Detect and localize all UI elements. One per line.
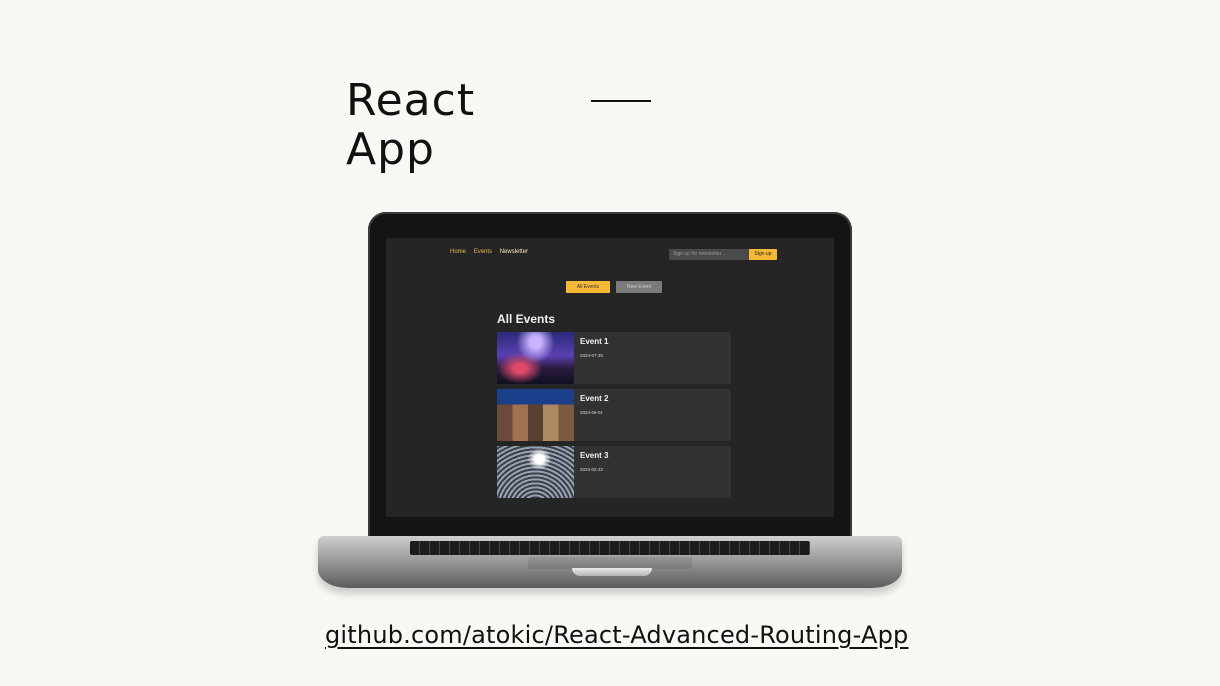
repo-link[interactable]: github.com/atokic/React-Advanced-Routing…: [325, 621, 908, 649]
newsletter-signup: Sign up for newsletter... Sign up: [669, 249, 777, 260]
event-image[interactable]: [497, 446, 574, 498]
event-date: 2023-02-22: [580, 467, 604, 472]
event-image[interactable]: [497, 389, 574, 441]
event-card-2[interactable]: Event 2 2024-06-01: [497, 389, 731, 441]
title-divider: [591, 100, 651, 102]
event-title: Event 2: [580, 394, 609, 403]
event-card-1[interactable]: Event 1 2024-07-30: [497, 332, 731, 384]
event-title: Event 3: [580, 451, 609, 460]
nav-item-newsletter[interactable]: Newsletter: [500, 249, 528, 255]
slide-title: React App: [346, 76, 475, 174]
event-image[interactable]: [497, 332, 574, 384]
slide-title-line-1: React: [346, 75, 476, 126]
slide-title-line-2: App: [346, 124, 435, 175]
main-navigation: Home Events Newsletter: [450, 249, 534, 255]
laptop-notch: [572, 568, 652, 576]
event-date: 2024-07-30: [580, 353, 604, 358]
all-events-button[interactable]: All Events: [566, 281, 610, 293]
page-title: All Events: [497, 312, 556, 326]
laptop-keyboard: [410, 541, 810, 555]
event-title: Event 1: [580, 337, 609, 346]
event-card-3[interactable]: Event 3 2023-02-22: [497, 446, 731, 498]
newsletter-signup-button[interactable]: Sign up: [749, 249, 777, 260]
app-screen: Home Events Newsletter Sign up for newsl…: [386, 238, 834, 517]
nav-item-home[interactable]: Home: [450, 249, 466, 255]
event-date: 2024-06-01: [580, 410, 604, 415]
events-navigation: All Events New Event: [566, 281, 662, 293]
nav-item-events[interactable]: Events: [474, 249, 492, 255]
new-event-button[interactable]: New Event: [616, 281, 662, 293]
newsletter-email-input[interactable]: Sign up for newsletter...: [669, 249, 749, 260]
